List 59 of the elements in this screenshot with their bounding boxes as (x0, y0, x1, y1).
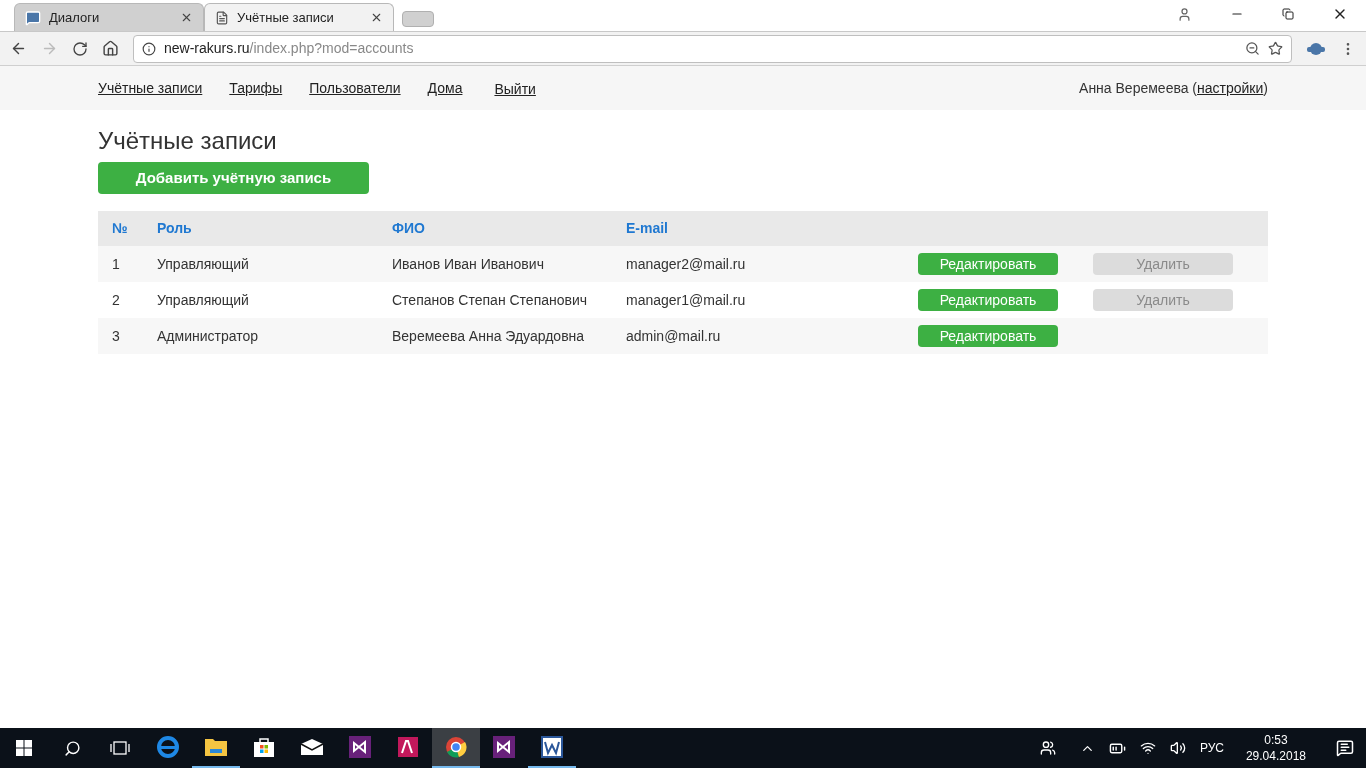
column-header: Роль (157, 219, 193, 238)
globe-icon (445, 736, 467, 758)
settings-link[interactable]: настройки (1197, 77, 1264, 99)
volume-icon[interactable] (1169, 740, 1186, 756)
windows-start-icon[interactable] (16, 740, 32, 756)
address-bar[interactable]: new-rakurs.ru/index.php?mod=accounts (133, 34, 1292, 63)
nav-link[interactable]: Выйти (494, 78, 536, 100)
browser-tab[interactable]: Диалоги (14, 3, 204, 31)
clock-time[interactable]: 0:53 (1264, 732, 1288, 748)
table-cell-text: 3 (111, 326, 121, 346)
nav-link[interactable]: Дома (427, 77, 463, 99)
table-cell-text: Степанов Степан Степанович (392, 290, 589, 310)
browser-icon (157, 736, 179, 758)
table-cell-text: Администратор (157, 326, 259, 346)
column-header: E-mail (626, 219, 669, 238)
page-title: Учётные записи (98, 126, 278, 156)
close-icon[interactable] (370, 11, 383, 24)
table-cell-text: 1 (111, 254, 121, 274)
tab-title: Учётные записи (237, 8, 335, 27)
paren-text: ) (1263, 78, 1268, 98)
url-text: new-rakurs.ru/index.php?mod=accounts (164, 39, 415, 58)
table-cell-text: admin@mail.ru (626, 326, 722, 346)
column-header: ФИО (392, 219, 426, 238)
envelope-icon (300, 738, 324, 756)
taskbar-app[interactable] (432, 728, 480, 768)
bookmark-star-icon[interactable] (1268, 41, 1283, 56)
tab-title: Диалоги (49, 8, 101, 27)
table-cell-text: manager2@mail.ru (626, 254, 747, 274)
table-cell-text: Веремеева Анна Эдуардовна (392, 326, 586, 346)
task-view-icon[interactable] (110, 741, 130, 755)
page-icon (215, 10, 229, 25)
nav-link[interactable]: Пользователи (309, 77, 401, 99)
table-cell-text: Иванов Иван Иванович (392, 254, 545, 274)
language-indicator[interactable]: РУС (1199, 739, 1224, 757)
reload-icon[interactable] (72, 40, 88, 57)
nav-link[interactable]: Тарифы (229, 77, 283, 99)
chat-icon (25, 9, 41, 26)
user-name: Анна Веремеева ( (1079, 78, 1198, 98)
search-icon[interactable] (63, 739, 81, 757)
back-icon[interactable] (10, 40, 27, 57)
table-cell-text: manager1@mail.ru (626, 290, 747, 310)
info-icon (142, 41, 156, 56)
clock-date[interactable]: 29.04.2018 (1245, 748, 1306, 764)
people-icon[interactable] (1039, 740, 1056, 756)
close-icon[interactable] (180, 11, 193, 24)
shopping-bag-icon (253, 736, 275, 758)
home-icon[interactable] (102, 40, 119, 57)
zoom-out-icon[interactable] (1245, 41, 1260, 56)
table-cell-text: 2 (111, 290, 121, 310)
restore-icon[interactable] (1282, 8, 1294, 20)
browser-tab[interactable]: Учётные записи (204, 3, 394, 31)
table-cell-text: Управляющий (157, 290, 250, 310)
notifications-icon[interactable] (1336, 739, 1354, 757)
profile-icon[interactable] (1177, 6, 1192, 22)
folder-icon (204, 737, 228, 757)
table-cell-text: Управляющий (157, 254, 250, 274)
nav-link[interactable]: Учётные записи (98, 77, 203, 99)
wifi-icon[interactable] (1139, 740, 1156, 756)
column-header: № (111, 219, 129, 238)
